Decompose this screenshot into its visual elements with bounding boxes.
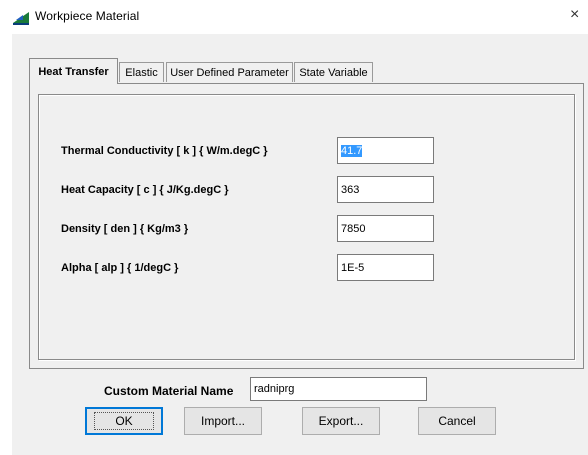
tab-state-variable[interactable]: State Variable bbox=[294, 62, 373, 82]
thermal-conductivity-label: Thermal Conductivity [ k ] { W/m.degC } bbox=[61, 145, 268, 157]
density-label: Density [ den ] { Kg/m3 } bbox=[61, 223, 189, 235]
tab-label: Elastic bbox=[125, 66, 158, 79]
tab-label: User Defined Parameter bbox=[170, 66, 289, 79]
heat-capacity-value: 363 bbox=[341, 183, 360, 196]
export-button-label: Export... bbox=[318, 414, 364, 428]
density-input[interactable]: 7850 bbox=[337, 215, 434, 242]
ok-button[interactable]: OK bbox=[85, 407, 163, 435]
cancel-button[interactable]: Cancel bbox=[418, 407, 496, 435]
alpha-label: Alpha [ alp ] { 1/degC } bbox=[61, 262, 179, 274]
density-value: 7850 bbox=[341, 222, 366, 235]
cancel-button-label: Cancel bbox=[438, 414, 476, 428]
tab-elastic[interactable]: Elastic bbox=[119, 62, 164, 82]
heat-capacity-input[interactable]: 363 bbox=[337, 176, 434, 203]
alpha-value: 1E-5 bbox=[341, 261, 365, 274]
close-icon[interactable]: × bbox=[570, 5, 588, 25]
custom-material-label: Custom Material Name bbox=[104, 384, 234, 398]
title-bar: Workpiece Material × bbox=[0, 0, 588, 34]
tab-label: Heat Transfer bbox=[38, 65, 109, 78]
import-button[interactable]: Import... bbox=[184, 407, 262, 435]
app-icon bbox=[13, 12, 29, 25]
custom-material-input[interactable]: radniprg bbox=[250, 377, 427, 401]
custom-material-value: radniprg bbox=[254, 383, 295, 395]
alpha-input[interactable]: 1E-5 bbox=[337, 254, 434, 281]
window-title: Workpiece Material bbox=[35, 9, 140, 23]
heat-capacity-label: Heat Capacity [ c ] { J/Kg.degC } bbox=[61, 184, 229, 196]
tab-user-defined-parameter[interactable]: User Defined Parameter bbox=[166, 62, 293, 82]
tab-label: State Variable bbox=[299, 66, 368, 79]
ok-button-label: OK bbox=[94, 412, 154, 430]
thermal-conductivity-input[interactable]: 41.7 bbox=[337, 137, 434, 164]
export-button[interactable]: Export... bbox=[302, 407, 380, 435]
tab-heat-transfer[interactable]: Heat Transfer bbox=[29, 58, 118, 84]
thermal-conductivity-value: 41.7 bbox=[341, 144, 363, 157]
import-button-label: Import... bbox=[200, 414, 245, 428]
